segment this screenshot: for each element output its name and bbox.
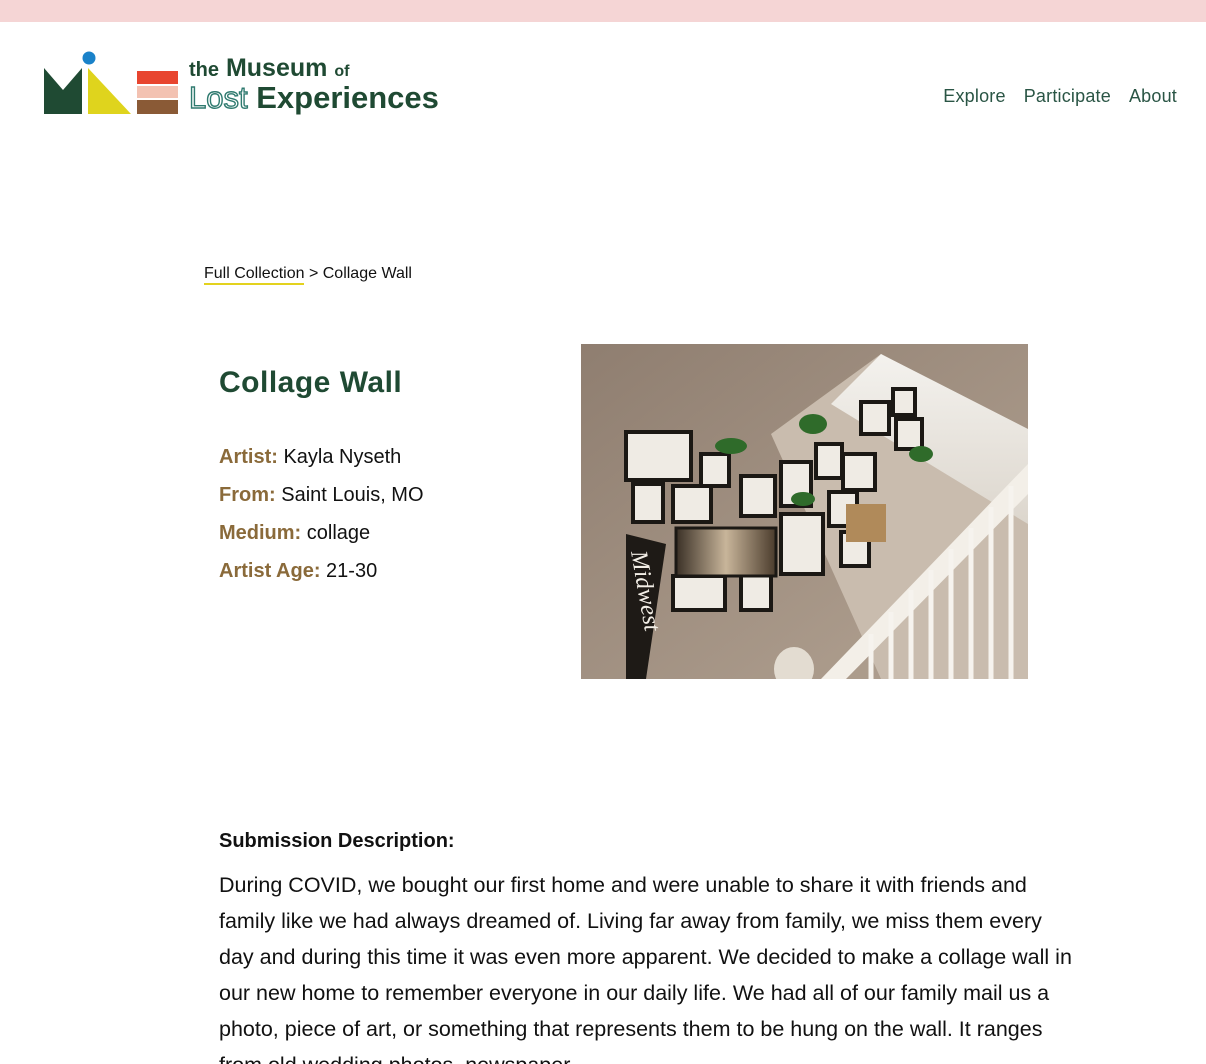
from-value: Saint Louis, MO <box>281 484 424 506</box>
breadcrumb-full-collection-link[interactable]: Full Collection <box>204 265 305 285</box>
breadcrumb: Full Collection > Collage Wall <box>204 265 412 285</box>
site-logo[interactable]: the Museum of Lost Experiences <box>43 50 453 120</box>
nav-explore[interactable]: Explore <box>943 86 1005 107</box>
logo-wordmark: the Museum of Lost Experiences <box>188 54 439 115</box>
breadcrumb-separator: > <box>308 265 319 282</box>
medium-value: collage <box>306 522 371 544</box>
main-nav: Explore Participate About <box>943 86 1177 107</box>
artist-label: Artist: <box>219 446 278 468</box>
submission-description-text: During COVID, we bought our first home a… <box>219 873 1072 1064</box>
medium-row: Medium: collage <box>219 514 424 552</box>
from-row: From: Saint Louis, MO <box>219 476 424 514</box>
medium-label: Medium: <box>219 522 302 544</box>
nav-about[interactable]: About <box>1129 86 1177 107</box>
submission-description-heading: Submission Description: <box>219 830 455 852</box>
artist-age-row: Artist Age: 21-30 <box>219 552 424 590</box>
artist-value: Kayla Nyseth <box>283 446 402 468</box>
artist-age-label: Artist Age: <box>219 560 321 582</box>
artwork-details: Artist: Kayla Nyseth From: Saint Louis, … <box>219 438 424 590</box>
from-label: From: <box>219 484 276 506</box>
announcement-bar <box>0 0 1206 22</box>
artwork-title: Collage Wall <box>219 366 403 399</box>
artist-row: Artist: Kayla Nyseth <box>219 438 424 476</box>
nav-participate[interactable]: Participate <box>1024 86 1111 107</box>
artist-age-value: 21-30 <box>326 560 378 582</box>
breadcrumb-current: Collage Wall <box>322 265 412 282</box>
artwork-image[interactable]: Midwest <box>581 344 1028 679</box>
logo-mark-icon <box>44 51 178 114</box>
